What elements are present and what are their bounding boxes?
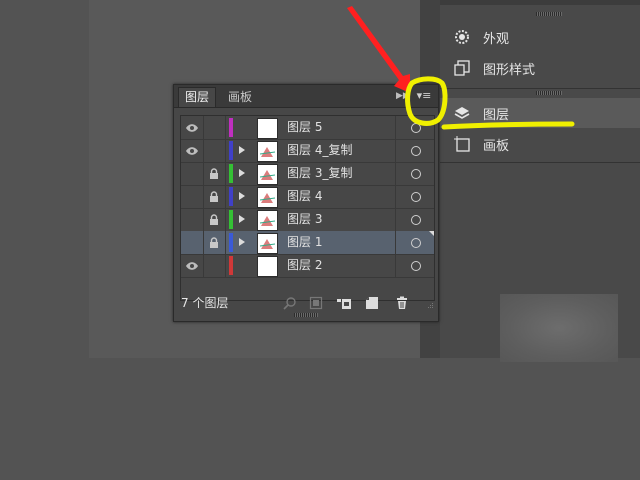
lock-toggle[interactable] (203, 116, 226, 139)
blurred-region (500, 294, 618, 362)
layer-color-bar (229, 210, 233, 229)
dock-item-label: 图形样式 (483, 62, 536, 78)
lock-icon (209, 187, 219, 206)
layers-panel: 图层 画板 ▶▶ ▾≡ 图层 5 图层 4_复制 图层 3_复制 图层 4 图层 3 图层… (173, 84, 439, 322)
visibility-toggle[interactable] (181, 116, 204, 139)
lock-toggle[interactable] (203, 185, 226, 208)
target-circle[interactable] (395, 139, 435, 162)
layer-color-bar (229, 141, 233, 160)
layer-thumbnail (257, 118, 278, 139)
target-circle[interactable] (395, 254, 435, 277)
layer-thumbnail (257, 210, 278, 231)
dock-separator (440, 162, 640, 163)
panel-tab-bar: 图层 画板 ▶▶ ▾≡ (174, 85, 438, 108)
lock-toggle[interactable] (203, 139, 226, 162)
new-layer-icon[interactable] (364, 295, 380, 311)
layer-name: 图层 3 (287, 212, 323, 226)
tab-artboards[interactable]: 画板 (222, 88, 258, 107)
target-circle[interactable] (395, 208, 435, 231)
layer-row[interactable]: 图层 4 (181, 185, 434, 209)
new-sublayer-icon[interactable] (336, 295, 352, 311)
visibility-toggle[interactable] (181, 254, 204, 277)
lock-toggle[interactable] (203, 208, 226, 231)
expand-triangle-icon[interactable] (239, 215, 245, 223)
layer-thumbnail (257, 164, 278, 185)
layer-thumbnail (257, 141, 278, 162)
layer-thumbnail (257, 187, 278, 208)
dock-item-label: 外观 (483, 31, 510, 47)
layer-color-bar (229, 164, 233, 183)
layer-thumbnail (257, 233, 278, 254)
sun-icon (451, 26, 473, 48)
collapse-panel-button[interactable]: ▶▶ (396, 89, 410, 103)
lock-toggle[interactable] (203, 231, 226, 254)
artboard-icon (451, 133, 473, 155)
layer-name: 图层 5 (287, 120, 323, 134)
dock-item-label: 画板 (483, 138, 510, 154)
lock-icon (209, 210, 219, 229)
layer-row[interactable]: 图层 3_复制 (181, 162, 434, 186)
panel-menu-button[interactable]: ▾≡ (414, 89, 434, 103)
dock-item-appearance[interactable]: 外观 (440, 22, 640, 52)
layer-name: 图层 2 (287, 258, 323, 272)
visibility-toggle[interactable] (181, 231, 204, 254)
resize-grip-icon[interactable] (424, 301, 434, 311)
layers-icon (451, 102, 473, 124)
current-layer-indicator (429, 231, 434, 236)
lock-icon (209, 164, 219, 183)
dock-item-label: 图层 (483, 107, 510, 123)
layer-row[interactable]: 图层 4_复制 (181, 139, 434, 163)
dock-separator (440, 88, 640, 89)
eye-icon (185, 118, 199, 137)
visibility-toggle[interactable] (181, 185, 204, 208)
layer-name: 图层 1 (287, 235, 323, 249)
panel-footer: 7 个图层 (174, 291, 438, 315)
expand-triangle-icon[interactable] (239, 238, 245, 246)
expand-triangle-icon[interactable] (239, 146, 245, 154)
expand-triangle-icon[interactable] (239, 169, 245, 177)
dock-grip[interactable] (536, 91, 562, 95)
dock-grip[interactable] (536, 12, 562, 16)
layer-color-bar (229, 118, 233, 137)
layer-name: 图层 4 (287, 189, 323, 203)
tab-layers[interactable]: 图层 (178, 87, 217, 107)
layer-row[interactable]: 图层 2 (181, 254, 434, 278)
visibility-toggle[interactable] (181, 208, 204, 231)
target-circle[interactable] (395, 162, 435, 185)
layer-count: 7 个图层 (181, 296, 229, 310)
layer-row[interactable]: 图层 3 (181, 208, 434, 232)
target-circle[interactable] (395, 116, 435, 139)
eye-icon (185, 256, 199, 275)
layer-color-bar (229, 233, 233, 252)
clipping-mask-icon[interactable] (308, 295, 324, 311)
locate-object-icon[interactable] (282, 295, 298, 311)
layer-thumbnail (257, 256, 278, 277)
layer-color-bar (229, 256, 233, 275)
layers-list: 图层 5 图层 4_复制 图层 3_复制 图层 4 图层 3 图层 1 图层 2 (180, 115, 435, 301)
layer-name: 图层 4_复制 (287, 143, 353, 157)
lock-icon (209, 233, 219, 252)
layer-color-bar (229, 187, 233, 206)
layer-row[interactable]: 图层 5 (181, 116, 434, 140)
layer-name: 图层 3_复制 (287, 166, 353, 180)
dock-item-graphic-styles[interactable]: 图形样式 (440, 53, 640, 83)
visibility-toggle[interactable] (181, 139, 204, 162)
dock-top-strip (440, 0, 640, 5)
target-circle[interactable] (395, 185, 435, 208)
dock-item-layers[interactable]: 图层 (440, 98, 640, 128)
panel-bottom-grip[interactable] (294, 313, 318, 317)
graphic-styles-icon (451, 57, 473, 79)
trash-icon[interactable] (394, 295, 410, 311)
eye-icon (185, 141, 199, 160)
dock-item-artboards[interactable]: 画板 (440, 129, 640, 159)
visibility-toggle[interactable] (181, 162, 204, 185)
lock-toggle[interactable] (203, 162, 226, 185)
lock-toggle[interactable] (203, 254, 226, 277)
layer-row[interactable]: 图层 1 (181, 231, 434, 255)
expand-triangle-icon[interactable] (239, 192, 245, 200)
